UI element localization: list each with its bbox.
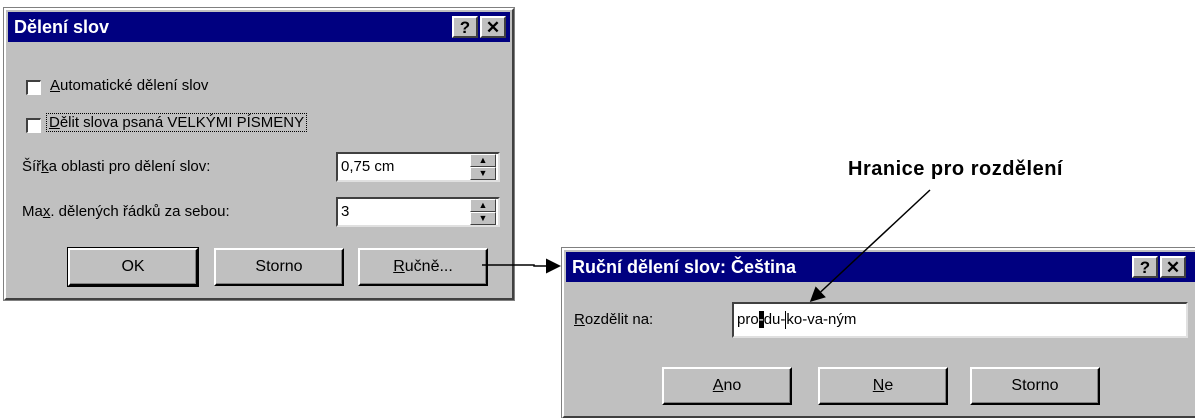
ok-button[interactable]: OK: [67, 247, 199, 287]
max-lines-label: Max. dělených řádků za sebou:: [22, 203, 230, 220]
close-button[interactable]: ✕: [1160, 256, 1186, 278]
no-button[interactable]: Ne: [818, 367, 948, 405]
hyphenation-dialog-title: Dělení slov: [14, 17, 110, 37]
manual-dialog-title: Ruční dělení slov: Čeština: [572, 257, 797, 277]
max-lines-spinner[interactable]: ▲ ▼: [470, 199, 496, 225]
hyphenate-caps-label[interactable]: Dělit slova psaná VELKÝMI PÍSMENY: [46, 113, 308, 132]
auto-hyphenate-checkbox[interactable]: [26, 80, 41, 95]
auto-hyphenate-label[interactable]: Automatické dělení slov: [50, 77, 208, 94]
split-label: Rozdělit na:: [574, 311, 654, 328]
spin-down-icon[interactable]: ▼: [470, 212, 496, 225]
annotation-caption: Hranice pro rozdělení: [848, 158, 1063, 180]
close-button[interactable]: ✕: [480, 16, 506, 38]
help-button[interactable]: ?: [1132, 256, 1158, 278]
word-part-after: ko-va-ným: [786, 311, 857, 328]
hyphenate-caps-checkbox[interactable]: [26, 118, 41, 133]
manual-dialog-titlebar[interactable]: Ruční dělení slov: Čeština ? ✕: [566, 252, 1195, 282]
manual-hyphenation-dialog: Ruční dělení slov: Čeština ? ✕ Rozdělit …: [561, 247, 1195, 418]
split-word-input[interactable]: pro-du-ko-va-ným: [732, 302, 1188, 338]
zone-width-spinner[interactable]: ▲ ▼: [470, 154, 496, 180]
cancel-button[interactable]: Storno: [970, 367, 1100, 405]
zone-width-label: Šířka oblasti pro dělení slov:: [22, 158, 211, 175]
word-part-before: pro: [737, 311, 759, 328]
spin-up-icon[interactable]: ▲: [470, 199, 496, 212]
yes-button[interactable]: Ano: [662, 367, 792, 405]
cancel-button[interactable]: Storno: [214, 248, 344, 286]
manual-button[interactable]: Ručně...: [358, 248, 488, 286]
word-part-middle: du-: [763, 311, 786, 328]
hyphenation-dialog: Dělení slov ? ✕ Automatické dělení slov …: [3, 7, 515, 301]
spin-down-icon[interactable]: ▼: [470, 167, 496, 180]
help-button[interactable]: ?: [452, 16, 478, 38]
hyphenation-dialog-titlebar[interactable]: Dělení slov ? ✕: [8, 12, 510, 42]
spin-up-icon[interactable]: ▲: [470, 154, 496, 167]
